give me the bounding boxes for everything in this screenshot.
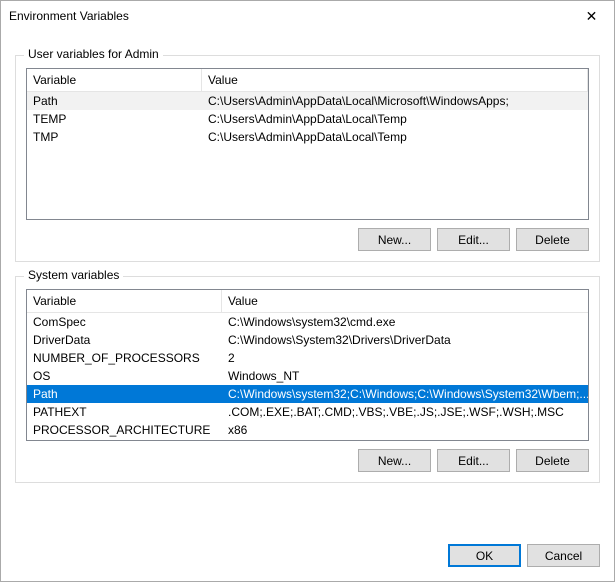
system-header-variable[interactable]: Variable <box>27 290 222 312</box>
cell-value: C:\Users\Admin\AppData\Local\Temp <box>202 111 588 127</box>
system-group-label: System variables <box>24 268 123 282</box>
close-icon: ✕ <box>586 8 598 25</box>
cell-value: x86 <box>222 422 589 438</box>
table-row[interactable]: NUMBER_OF_PROCESSORS 2 <box>27 349 589 367</box>
system-variables-group: System variables Variable Value ComSpec … <box>15 276 600 483</box>
system-table-body: ComSpec C:\Windows\system32\cmd.exe Driv… <box>27 313 589 440</box>
cell-variable: TMP <box>27 129 202 145</box>
user-header-value[interactable]: Value <box>202 69 588 91</box>
system-new-button[interactable]: New... <box>358 449 431 472</box>
ok-button[interactable]: OK <box>448 544 521 567</box>
table-row[interactable]: OS Windows_NT <box>27 367 589 385</box>
cell-variable: Path <box>27 93 202 109</box>
user-variables-table[interactable]: Variable Value Path C:\Users\Admin\AppDa… <box>26 68 589 220</box>
cell-variable: PATHEXT <box>27 404 222 420</box>
system-button-row: New... Edit... Delete <box>26 449 589 472</box>
cell-value: Windows_NT <box>222 368 589 384</box>
window-title: Environment Variables <box>9 9 129 23</box>
cancel-button[interactable]: Cancel <box>527 544 600 567</box>
user-group-label: User variables for Admin <box>24 47 163 61</box>
cell-variable: NUMBER_OF_PROCESSORS <box>27 350 222 366</box>
system-variables-table[interactable]: Variable Value ComSpec C:\Windows\system… <box>26 289 589 441</box>
environment-variables-dialog: Environment Variables ✕ User variables f… <box>0 0 615 582</box>
cell-value: .COM;.EXE;.BAT;.CMD;.VBS;.VBE;.JS;.JSE;.… <box>222 404 589 420</box>
user-table-header: Variable Value <box>27 69 588 92</box>
table-row[interactable]: Path C:\Windows\system32;C:\Windows;C:\W… <box>27 385 589 403</box>
cell-value: C:\Windows\system32\cmd.exe <box>222 314 589 330</box>
user-variables-group: User variables for Admin Variable Value … <box>15 55 600 262</box>
user-new-button[interactable]: New... <box>358 228 431 251</box>
cell-value: C:\Users\Admin\AppData\Local\Microsoft\W… <box>202 93 588 109</box>
cell-value: C:\Users\Admin\AppData\Local\Temp <box>202 129 588 145</box>
system-edit-button[interactable]: Edit... <box>437 449 510 472</box>
user-table-body: Path C:\Users\Admin\AppData\Local\Micros… <box>27 92 588 219</box>
cell-variable: OS <box>27 368 222 384</box>
table-row[interactable]: Path C:\Users\Admin\AppData\Local\Micros… <box>27 92 588 110</box>
user-header-variable[interactable]: Variable <box>27 69 202 91</box>
table-row[interactable]: TMP C:\Users\Admin\AppData\Local\Temp <box>27 128 588 146</box>
cell-variable: ComSpec <box>27 314 222 330</box>
system-table-header: Variable Value <box>27 290 589 313</box>
dialog-body: User variables for Admin Variable Value … <box>1 31 614 534</box>
table-row[interactable]: PATHEXT .COM;.EXE;.BAT;.CMD;.VBS;.VBE;.J… <box>27 403 589 421</box>
table-row[interactable]: DriverData C:\Windows\System32\Drivers\D… <box>27 331 589 349</box>
cell-value: 2 <box>222 350 589 366</box>
cell-variable: DriverData <box>27 332 222 348</box>
table-row[interactable]: ComSpec C:\Windows\system32\cmd.exe <box>27 313 589 331</box>
cell-variable: PROCESSOR_ARCHITECTURE <box>27 422 222 438</box>
user-delete-button[interactable]: Delete <box>516 228 589 251</box>
user-edit-button[interactable]: Edit... <box>437 228 510 251</box>
titlebar: Environment Variables ✕ <box>1 1 614 31</box>
user-button-row: New... Edit... Delete <box>26 228 589 251</box>
cell-value: C:\Windows\system32;C:\Windows;C:\Window… <box>222 386 589 402</box>
cell-value: C:\Windows\System32\Drivers\DriverData <box>222 332 589 348</box>
dialog-footer: OK Cancel <box>1 534 614 581</box>
table-row[interactable]: TEMP C:\Users\Admin\AppData\Local\Temp <box>27 110 588 128</box>
cell-variable: Path <box>27 386 222 402</box>
system-header-value[interactable]: Value <box>222 290 589 312</box>
cell-variable: TEMP <box>27 111 202 127</box>
system-delete-button[interactable]: Delete <box>516 449 589 472</box>
close-button[interactable]: ✕ <box>569 1 614 31</box>
table-row[interactable]: PROCESSOR_ARCHITECTURE x86 <box>27 421 589 439</box>
